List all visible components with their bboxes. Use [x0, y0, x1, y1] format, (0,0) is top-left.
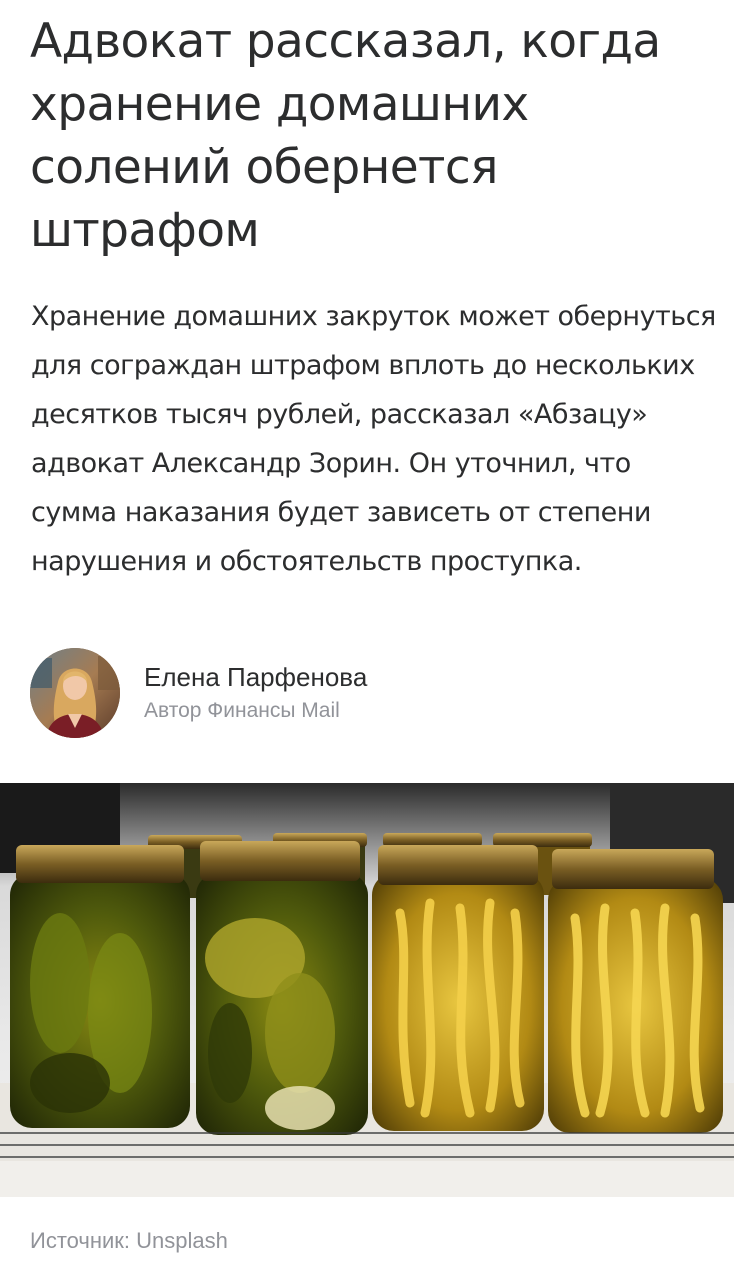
- author-block[interactable]: Елена Парфенова Автор Финансы Mail: [30, 648, 530, 738]
- photo-source-caption: Источник: Unsplash: [30, 1228, 228, 1253]
- author-avatar[interactable]: [30, 648, 120, 738]
- author-text: Елена Парфенова Автор Финансы Mail: [144, 660, 367, 726]
- avatar-portrait-icon: [30, 648, 120, 738]
- author-name[interactable]: Елена Парфенова: [144, 660, 367, 694]
- article-photo[interactable]: [0, 783, 734, 1197]
- article-lead: Хранение домашних закруток может обернут…: [31, 301, 716, 577]
- article-headline: Адвокат рассказал, когда хранение домашн…: [30, 14, 661, 258]
- pickle-jars-image: [0, 783, 734, 1197]
- article: Адвокат рассказал, когда хранение домашн…: [0, 0, 734, 1280]
- author-role: Автор Финансы Mail: [144, 699, 340, 722]
